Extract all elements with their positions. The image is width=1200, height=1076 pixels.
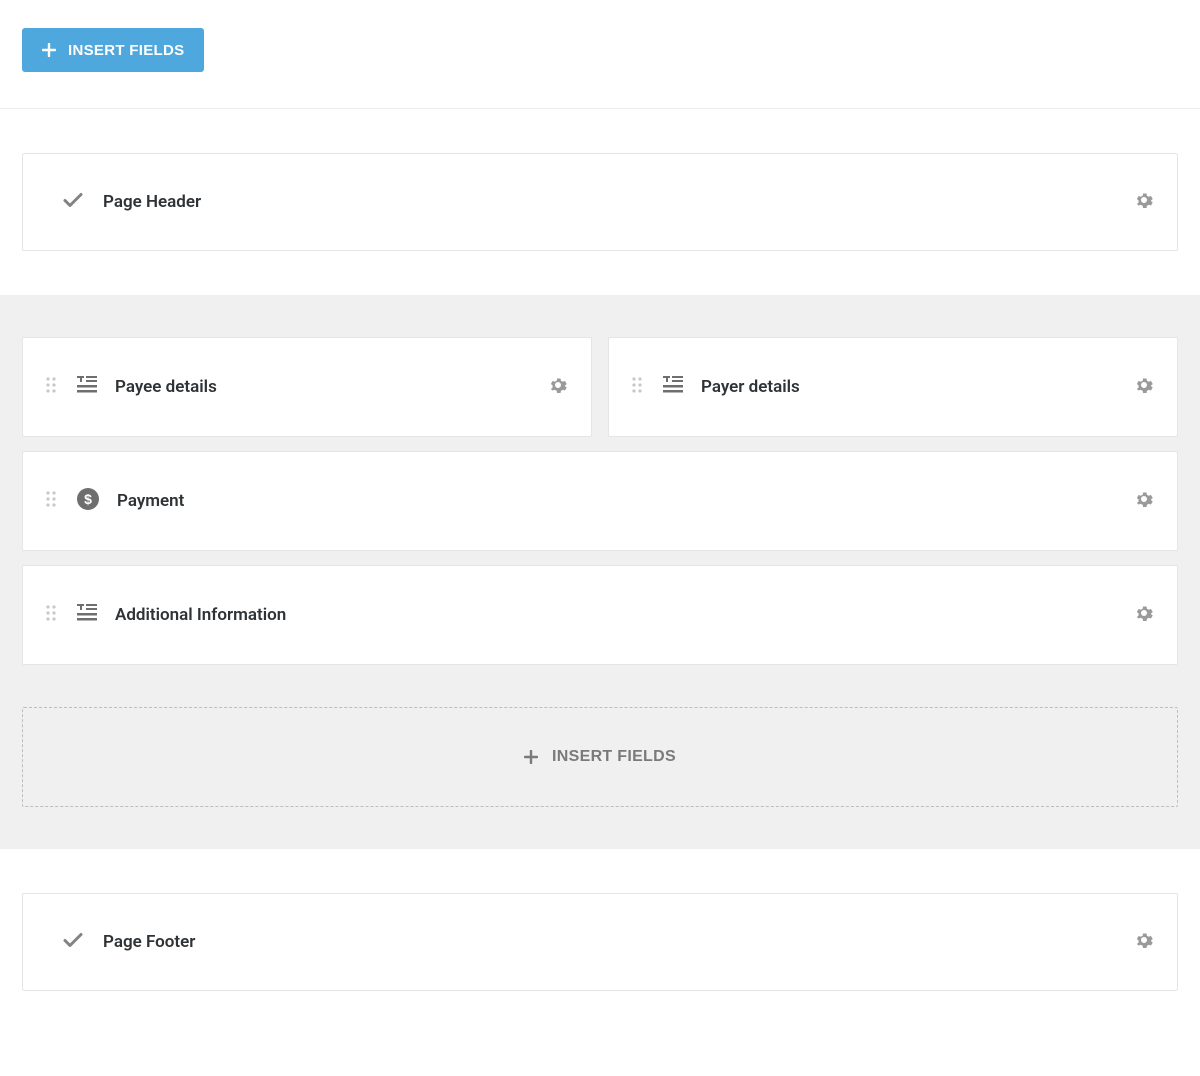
field-card-additional-content: Additional Information <box>45 603 1135 627</box>
field-card-payment[interactable]: $ Payment <box>22 451 1178 551</box>
drag-handle-icon[interactable] <box>45 375 59 399</box>
check-icon <box>61 188 85 216</box>
page-footer-card[interactable]: Page Footer <box>22 893 1178 991</box>
field-card-additional-label: Additional Information <box>115 605 286 625</box>
field-card-payee-label: Payee details <box>115 377 217 397</box>
field-card-additional[interactable]: Additional Information <box>22 565 1178 665</box>
check-icon <box>61 928 85 956</box>
drag-handle-icon[interactable] <box>631 375 645 399</box>
gear-icon[interactable] <box>1135 376 1153 398</box>
fields-stack: Payee details <box>22 337 1178 665</box>
page-footer-label: Page Footer <box>103 932 195 952</box>
header-section: Page Header <box>0 109 1200 295</box>
toolbar: INSERT FIELDS <box>0 0 1200 109</box>
svg-text:$: $ <box>84 491 92 507</box>
plus-icon <box>42 43 56 57</box>
fields-section: Payee details <box>0 295 1200 849</box>
field-card-payment-content: $ Payment <box>45 488 1135 514</box>
page-footer-content: Page Footer <box>61 928 1135 956</box>
insert-fields-button-label: INSERT FIELDS <box>68 42 184 59</box>
footer-section: Page Footer <box>0 849 1200 1035</box>
gear-icon[interactable] <box>549 376 567 398</box>
page-header-card[interactable]: Page Header <box>22 153 1178 251</box>
insert-fields-zone-label: INSERT FIELDS <box>552 748 676 766</box>
text-block-icon <box>663 375 683 399</box>
field-card-payee-content: Payee details <box>45 375 549 399</box>
field-card-payer[interactable]: Payer details <box>608 337 1178 437</box>
dollar-icon: $ <box>77 488 99 514</box>
drag-handle-icon[interactable] <box>45 489 59 513</box>
field-card-payee[interactable]: Payee details <box>22 337 592 437</box>
gear-icon[interactable] <box>1135 931 1153 953</box>
field-card-payment-label: Payment <box>117 491 184 511</box>
fields-row-1: Payee details <box>22 337 1178 437</box>
field-card-payer-label: Payer details <box>701 377 800 397</box>
plus-icon <box>524 750 538 764</box>
gear-icon[interactable] <box>1135 191 1153 213</box>
gear-icon[interactable] <box>1135 604 1153 626</box>
field-card-payer-content: Payer details <box>631 375 1135 399</box>
insert-fields-button[interactable]: INSERT FIELDS <box>22 28 204 72</box>
page-header-label: Page Header <box>103 192 201 212</box>
text-block-icon <box>77 603 97 627</box>
page-header-content: Page Header <box>61 188 1135 216</box>
gear-icon[interactable] <box>1135 490 1153 512</box>
drag-handle-icon[interactable] <box>45 603 59 627</box>
insert-fields-zone[interactable]: INSERT FIELDS <box>22 707 1178 807</box>
text-block-icon <box>77 375 97 399</box>
